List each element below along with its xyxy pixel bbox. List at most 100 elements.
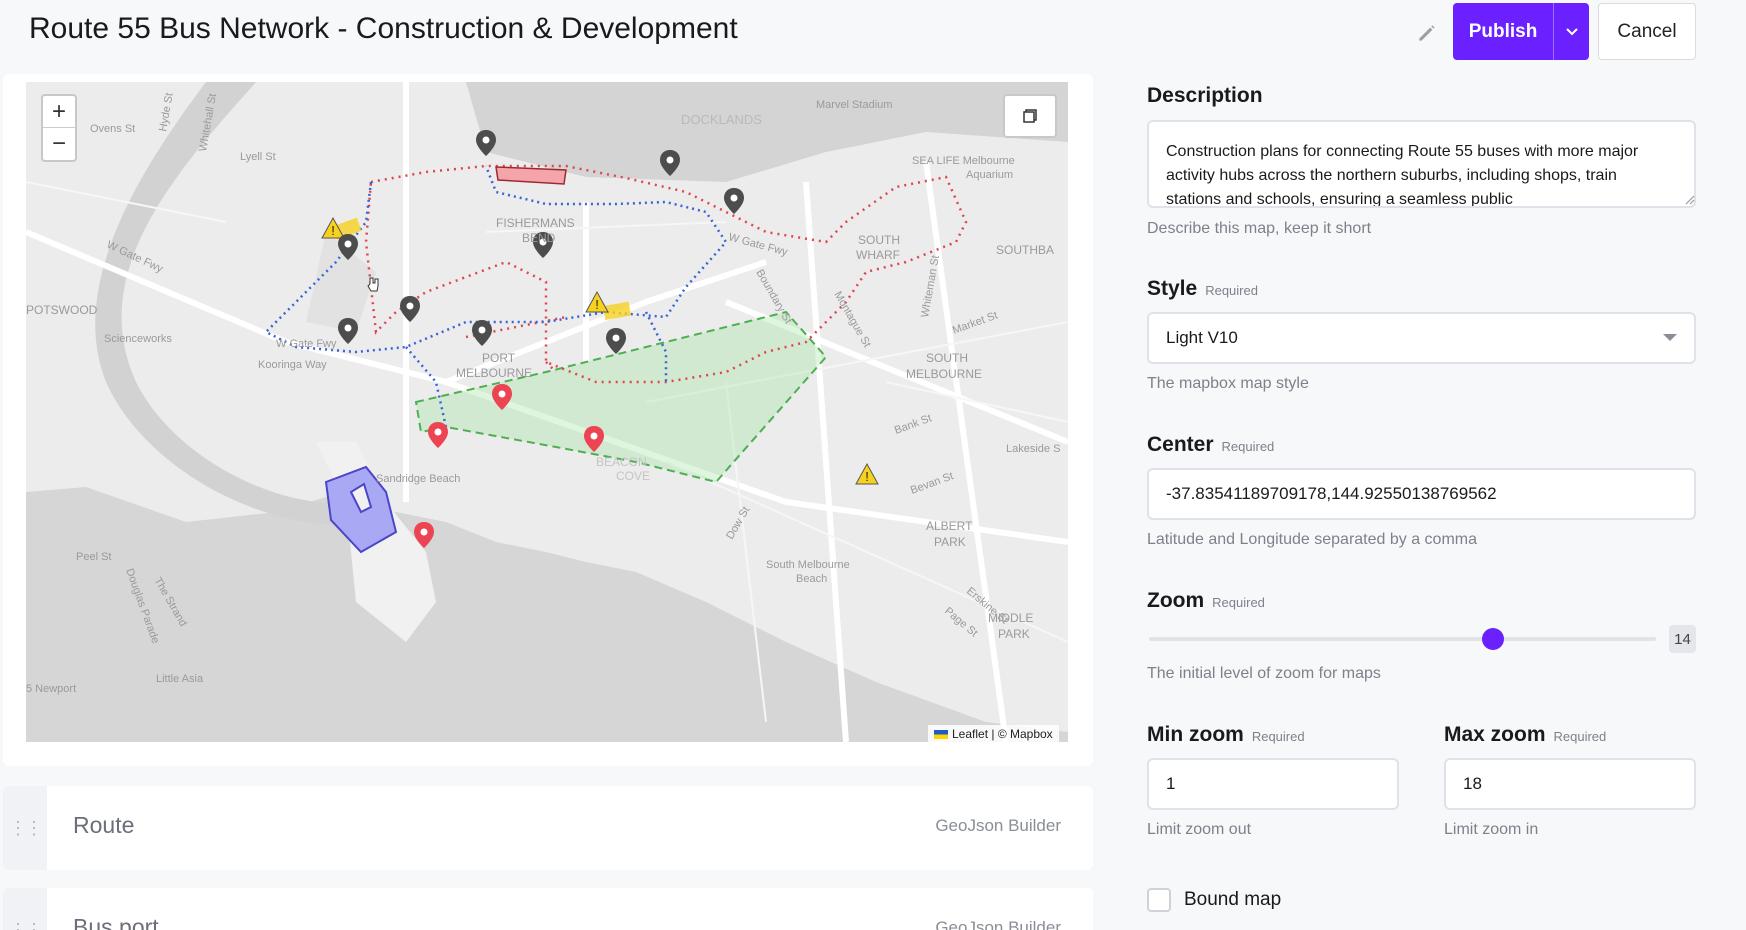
min-zoom-label: Min zoom Required [1147,723,1305,746]
map-pin-icon[interactable] [606,328,626,354]
map-pin-icon[interactable] [338,318,358,344]
publish-label: Publish [1468,20,1538,42]
zoom-label: Zoom Required [1147,589,1265,612]
map-label: FISHERMANS [496,216,575,230]
style-select[interactable]: Light V10 [1147,312,1696,364]
map-label: Bevan St [909,470,955,497]
svg-text:!: ! [595,297,599,312]
map-label: COVE [616,469,650,483]
description-textarea[interactable]: Construction plans for connecting Route … [1147,120,1696,208]
zoom-value: 14 [1669,625,1696,653]
map-pin-icon[interactable] [724,188,744,214]
map-label: Kooringa Way [258,359,327,371]
map-label: SOUTH [858,233,900,247]
svg-text:!: ! [865,469,869,484]
map-label: POTSWOOD [26,303,98,317]
map-label: 5 Newport [26,683,76,695]
chevron-down-icon[interactable] [1663,334,1677,341]
drag-handle-icon[interactable]: ⋮⋮ [3,888,47,930]
center-input[interactable]: -37.83541189709178,144.92550138769562 [1147,468,1696,520]
map-label: Sandridge Beach [376,473,460,485]
map-attribution[interactable]: Leaflet | © Mapbox [928,725,1059,743]
map-label: Hyde St [157,92,176,133]
map-label: SOUTHBA [996,243,1054,257]
map-label: Peel St [76,551,111,563]
map-pin-icon[interactable] [472,320,492,346]
chevron-down-icon[interactable] [1554,27,1589,37]
warning-icon[interactable]: ! [585,290,609,313]
map-label: Aquarium [966,169,1013,181]
style-label: Style Required [1147,277,1258,300]
map-canvas[interactable]: ! ! ! DOCKLANDS Marvel Stadium SEA LIFE … [26,82,1068,742]
zoom-out-button[interactable]: − [43,128,75,160]
map-label: BEND [522,231,556,245]
zoom-in-button[interactable]: + [43,96,75,128]
map-label: MELBOURNE [906,367,982,381]
center-help: Latitude and Longitude separated by a co… [1147,531,1478,548]
drag-handle-icon[interactable]: ⋮⋮ [3,786,47,870]
copy-icon [1023,109,1037,123]
center-label: Center Required [1147,433,1275,456]
bound-map-checkbox[interactable] [1147,888,1171,912]
map-label: MELBOURNE [456,366,532,380]
min-zoom-input[interactable]: 1 [1147,758,1399,810]
map-label: WHARF [856,248,900,262]
map-label: Lakeside S [1006,443,1060,455]
layer-kind: GeoJson Builder [935,918,1061,930]
layer-label: Route [73,812,135,838]
style-help: The mapbox map style [1147,375,1309,392]
zoom-slider-thumb[interactable] [1481,628,1504,650]
map-label: PORT [482,351,516,365]
layer-kind: GeoJson Builder [935,816,1061,835]
max-zoom-value: 18 [1463,774,1482,793]
map-label: SEA LIFE Melbourne [912,155,1015,167]
map-label: Montague St [831,290,873,350]
map-label: W Gate Fwy [276,338,337,350]
map-label: Ovens St [90,123,135,135]
zoom-slider-track[interactable] [1149,637,1656,641]
map-label: Bank St [893,412,933,436]
layer-row-route[interactable]: ⋮⋮ Route GeoJson Builder [3,786,1093,870]
map-view[interactable]: ! ! ! DOCKLANDS Marvel Stadium SEA LIFE … [26,82,1068,742]
map-label: DOCKLANDS [681,112,762,127]
map-label: Whiteman St [919,254,942,318]
map-label: BEACON [596,455,647,469]
style-value: Light V10 [1166,328,1238,347]
layer-label: Bus port [73,914,159,930]
description-help: Describe this map, keep it short [1147,220,1372,237]
map-label: Page St [942,605,980,639]
description-label: Description [1147,84,1263,107]
harbour [466,82,1068,182]
ukraine-flag-icon [934,729,948,739]
map-label: ALBERT [926,519,973,533]
map-label: Market St [951,309,999,336]
warning-icon[interactable]: ! [855,462,879,485]
publish-button[interactable]: Publish [1453,3,1589,60]
cancel-button[interactable]: Cancel [1598,3,1696,60]
max-zoom-label: Max zoom Required [1444,723,1607,746]
map-label: SOUTH [926,351,968,365]
map-label: South Melbourne [766,559,850,571]
map-label: Marvel Stadium [816,99,892,111]
center-value: -37.83541189709178,144.92550138769562 [1166,484,1497,503]
zoom-help: The initial level of zoom for maps [1147,665,1381,682]
zoom-control: + − [41,94,77,162]
map-label: Dow St [724,505,752,542]
bound-map-label: Bound map [1184,889,1282,910]
fullscreen-button[interactable] [1003,94,1057,138]
header-bar: Route 55 Bus Network - Construction & De… [0,0,1746,72]
construction-block[interactable] [495,166,567,185]
pencil-icon[interactable] [1414,20,1440,46]
max-zoom-input[interactable]: 18 [1444,758,1696,810]
svg-text:!: ! [331,223,335,238]
min-zoom-value: 1 [1166,774,1176,793]
layer-row-bus-port[interactable]: ⋮⋮ Bus port GeoJson Builder [3,888,1093,930]
page-title: Route 55 Bus Network - Construction & De… [29,12,738,45]
map-label: Lyell St [240,151,276,163]
bus-stop-pin-icon[interactable] [428,422,448,448]
resize-grip-icon[interactable] [1683,193,1695,205]
hand-cursor-icon [367,277,379,292]
map-label: PARK [934,535,966,549]
map-label: Beach [796,573,827,585]
map-label: Scienceworks [104,333,172,345]
